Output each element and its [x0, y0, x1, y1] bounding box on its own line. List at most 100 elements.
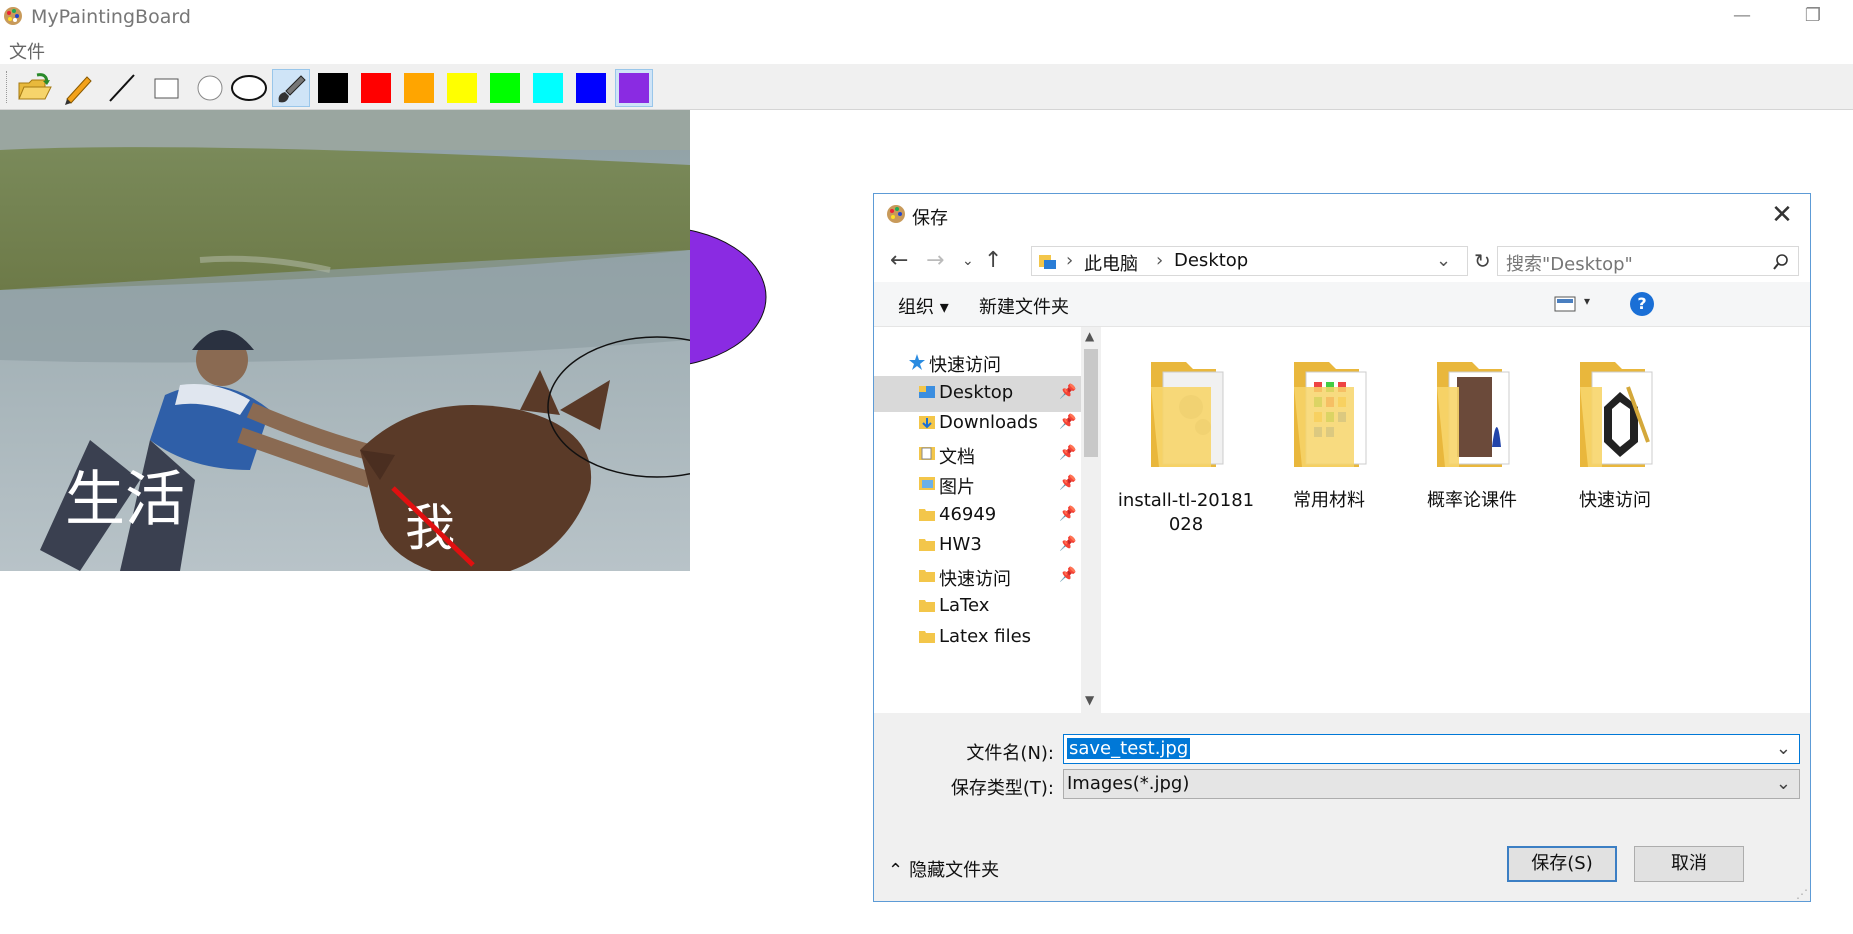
pin-icon: 📌: [1059, 505, 1077, 522]
folder-label: 快速访问: [1579, 490, 1651, 511]
breadcrumb-this-pc[interactable]: 此电脑: [1084, 250, 1138, 276]
maximize-button[interactable]: ❐: [1790, 0, 1836, 32]
filename-value: save_test.jpg: [1067, 738, 1191, 759]
address-dropdown-icon[interactable]: ⌄: [1436, 250, 1451, 271]
circle-tool[interactable]: [191, 69, 229, 107]
folder-label: 概率论课件: [1427, 490, 1517, 511]
back-arrow-icon[interactable]: ←: [890, 248, 908, 273]
search-box[interactable]: 搜索"Desktop": [1497, 246, 1799, 276]
toolbar-grip[interactable]: [6, 71, 10, 103]
color-swatch-green[interactable]: [486, 69, 524, 107]
folder-label: install-tl-20181 028: [1117, 490, 1255, 535]
color-swatch-purple[interactable]: [615, 69, 653, 107]
tree-item[interactable]: Latex files: [874, 620, 1081, 656]
breadcrumb-desktop[interactable]: Desktop: [1174, 250, 1248, 271]
drawing-canvas[interactable]: 生活 我 你: [0, 110, 690, 571]
tree-item-label: 快速访问: [929, 355, 1001, 376]
picture-icon: [918, 475, 936, 496]
folder-icon: [918, 536, 936, 557]
navigation-bar: ← → ⌄ ↑ › 此电脑 › Desktop ⌄ ↻ 搜索"Desktop": [874, 236, 1810, 282]
folder-icon: [918, 597, 936, 618]
open-folder-icon: [18, 73, 52, 100]
line-icon: [109, 74, 135, 102]
minimize-button[interactable]: —: [1719, 0, 1765, 32]
view-dropdown-icon[interactable]: ▾: [1584, 294, 1590, 308]
dialog-titlebar: 保存 ✕: [874, 194, 1810, 236]
pin-icon: 📌: [1059, 566, 1077, 583]
rectangle-tool[interactable]: [147, 69, 185, 107]
recent-dropdown-icon[interactable]: ⌄: [962, 253, 974, 269]
star-icon: [908, 353, 926, 376]
tree-scrollbar[interactable]: ▲ ▼: [1081, 327, 1101, 713]
circle-icon: [197, 75, 223, 101]
pencil-tool[interactable]: [59, 69, 97, 107]
filename-input[interactable]: save_test.jpg ⌄: [1063, 734, 1800, 764]
save-dialog: 保存 ✕ ← → ⌄ ↑ › 此电脑 › Desktop ⌄ ↻ 搜索"Desk…: [873, 193, 1811, 902]
view-options-icon[interactable]: [1554, 296, 1576, 312]
folder-item[interactable]: install-tl-20181 028: [1111, 347, 1261, 535]
folder-icon: [918, 506, 936, 527]
folder-icon: [1151, 362, 1224, 467]
scroll-thumb[interactable]: [1084, 349, 1098, 457]
toolbar: [0, 64, 1853, 110]
color-swatch-red[interactable]: [357, 69, 395, 107]
line-tool[interactable]: [103, 69, 141, 107]
meme-photo: 生活 我 你: [0, 110, 690, 571]
brush-icon: [278, 75, 306, 103]
folder-item[interactable]: 概率论课件: [1397, 347, 1547, 511]
hide-folders-toggle[interactable]: ⌃ 隐藏文件夹: [888, 856, 999, 882]
forward-arrow-icon[interactable]: →: [926, 248, 944, 273]
organize-button[interactable]: 组织 ▾: [898, 293, 949, 319]
resize-grip[interactable]: ⋰: [1796, 887, 1808, 901]
pin-icon: 📌: [1059, 414, 1077, 430]
chevron-up-icon: ⌃: [888, 860, 904, 881]
drawn-ellipse: [690, 229, 767, 365]
color-swatch-orange[interactable]: [400, 69, 438, 107]
tree-item-label: 图片: [939, 477, 975, 498]
tree-item-label: Downloads: [939, 412, 1038, 433]
filetype-value: Images(*.jpg): [1067, 773, 1190, 794]
search-placeholder: 搜索"Desktop": [1506, 254, 1633, 275]
download-icon: [918, 414, 936, 435]
scroll-up-icon[interactable]: ▲: [1085, 329, 1094, 343]
color-swatch-black[interactable]: [314, 69, 352, 107]
filetype-label: 保存类型(T):: [950, 778, 1054, 799]
filename-dropdown-icon[interactable]: ⌄: [1776, 738, 1791, 759]
palette-icon: [887, 205, 905, 223]
color-swatch-yellow[interactable]: [443, 69, 481, 107]
filetype-dropdown-icon[interactable]: ⌄: [1776, 773, 1791, 794]
folder-icon: [1437, 362, 1510, 467]
ellipse-tool[interactable]: [230, 69, 268, 107]
help-icon[interactable]: ?: [1630, 292, 1654, 316]
tree-item-label: HW3: [939, 534, 982, 555]
color-swatch-blue[interactable]: [572, 69, 610, 107]
document-icon: [918, 445, 936, 466]
palette-icon: [4, 7, 22, 25]
color-swatch-cyan[interactable]: [529, 69, 567, 107]
folder-icon: [918, 567, 936, 588]
command-bar: 组织 ▾ 新建文件夹 ▾ ?: [874, 282, 1810, 327]
menu-file[interactable]: 文件: [9, 38, 45, 64]
folder-item[interactable]: 快速访问: [1540, 347, 1690, 511]
filetype-select[interactable]: Images(*.jpg) ⌄: [1063, 769, 1800, 799]
rectangle-icon: [154, 78, 179, 99]
navigation-tree: 快速访问 Desktop 📌 Downloads 📌 文档 📌 图片 📌 46949 📌 HW3 📌 快速…: [874, 327, 1081, 713]
close-button[interactable]: ✕: [1764, 198, 1800, 232]
scroll-down-icon[interactable]: ▼: [1085, 693, 1094, 707]
new-folder-button[interactable]: 新建文件夹: [979, 293, 1069, 319]
brush-tool[interactable]: [272, 69, 310, 107]
pin-icon: 📌: [1059, 536, 1077, 552]
folder-item[interactable]: 常用材料: [1254, 347, 1404, 511]
tree-item-label: Latex files: [939, 625, 1032, 647]
address-bar[interactable]: › 此电脑 › Desktop ⌄: [1031, 246, 1468, 276]
tree-item-label: Desktop: [939, 381, 1014, 403]
refresh-icon[interactable]: ↻: [1474, 249, 1491, 273]
cancel-button[interactable]: 取消: [1634, 846, 1744, 882]
up-arrow-icon[interactable]: ↑: [984, 248, 1002, 273]
save-button[interactable]: 保存(S): [1507, 846, 1617, 882]
computer-icon: [1039, 255, 1056, 269]
pin-icon: 📌: [1059, 383, 1077, 400]
pencil-icon: [65, 76, 92, 105]
open-folder-tool[interactable]: [15, 69, 53, 107]
folder-icon: [918, 628, 936, 649]
